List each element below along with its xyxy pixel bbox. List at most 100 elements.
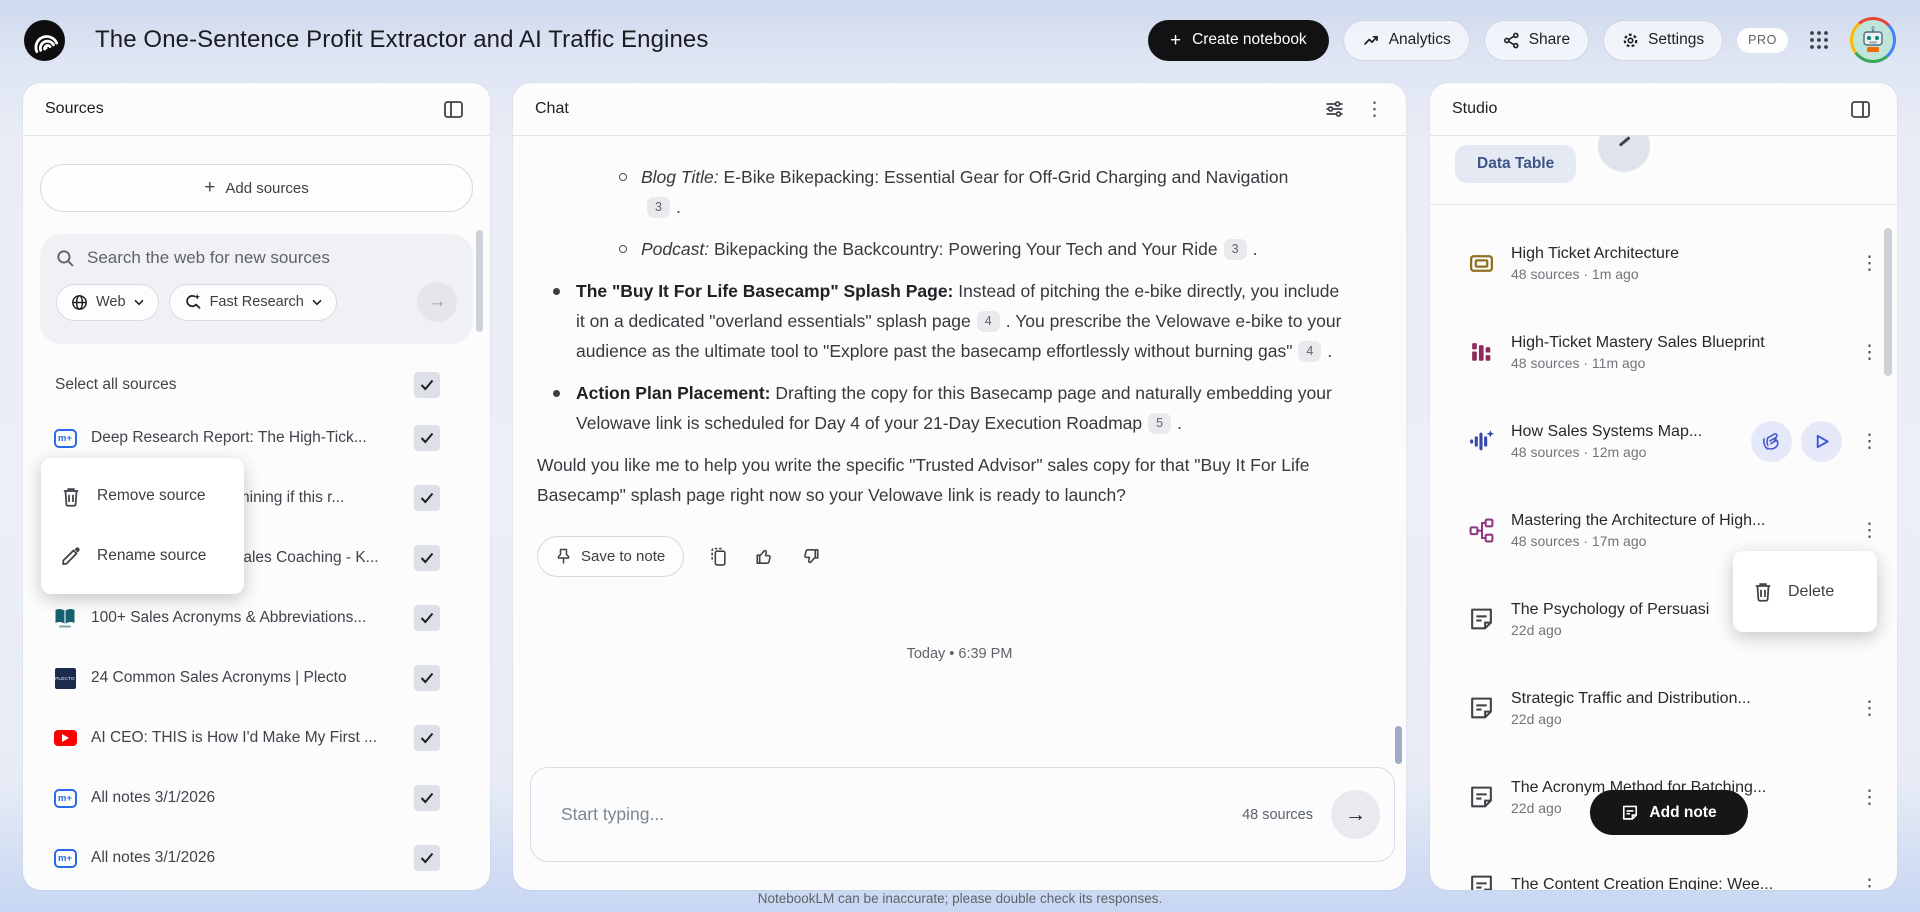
chat-message: Blog Title: E-Bike Bikepacking: Essentia…	[513, 136, 1406, 669]
studio-panel-title: Studio	[1452, 100, 1498, 117]
source-checkbox[interactable]	[414, 545, 440, 571]
chat-input-box: 48 sources →	[530, 767, 1395, 862]
source-context-menu: Remove source Rename source	[41, 458, 244, 594]
avatar[interactable]	[1850, 17, 1896, 63]
note-icon	[1468, 695, 1495, 722]
chat-scrollbar[interactable]	[1395, 726, 1402, 764]
create-notebook-button[interactable]: + Create notebook	[1147, 19, 1329, 61]
kebab-icon[interactable]: ⋮	[1860, 699, 1879, 718]
share-icon	[1503, 32, 1520, 49]
sources-scrollbar[interactable]	[476, 230, 483, 332]
source-checkbox[interactable]	[414, 425, 440, 451]
source-checkbox[interactable]	[414, 845, 440, 871]
research-mode-dropdown[interactable]: Fast Research	[168, 283, 337, 321]
web-filter-dropdown[interactable]: Web	[56, 283, 159, 321]
studio-item[interactable]: High Ticket Architecture 48 sources · 1m…	[1430, 219, 1897, 308]
data-table-icon	[1468, 250, 1495, 277]
kebab-icon[interactable]: ⋮	[1860, 788, 1879, 807]
chevron-down-icon	[133, 299, 144, 305]
select-all-checkbox[interactable]	[414, 372, 440, 398]
kebab-icon[interactable]: ⋮	[1860, 343, 1879, 362]
notebooklm-note-icon: m+	[53, 848, 77, 868]
save-to-note-button[interactable]: Save to note	[537, 536, 685, 577]
settings-button[interactable]: Settings	[1603, 19, 1724, 61]
notebooklm-logo[interactable]	[24, 19, 65, 61]
studio-item[interactable]: High-Ticket Mastery Sales Blueprint 48 s…	[1430, 308, 1897, 397]
source-checkbox[interactable]	[414, 785, 440, 811]
share-button[interactable]: Share	[1483, 19, 1590, 61]
trash-icon	[1753, 581, 1773, 602]
notebooklm-note-icon: m+	[53, 788, 77, 808]
tune-icon[interactable]	[1319, 94, 1349, 124]
copy-icon[interactable]	[706, 545, 730, 569]
add-sources-button[interactable]: + Add sources	[40, 164, 473, 212]
chat-panel: Chat ⋮ Blog Title: E-Bike Bikepacking: E…	[513, 83, 1406, 890]
play-button[interactable]	[1801, 421, 1842, 462]
message-action-row: Save to note	[537, 536, 1382, 577]
source-row[interactable]: m+ All notes 3/1/2026	[23, 828, 490, 888]
analytics-button[interactable]: Analytics	[1342, 19, 1470, 61]
citation-chip[interactable]: 3	[647, 196, 670, 218]
search-icon	[56, 249, 75, 268]
chat-bullet: The "Buy It For Life Basecamp" Splash Pa…	[553, 276, 1382, 366]
source-checkbox[interactable]	[414, 725, 440, 751]
data-table-chip[interactable]: Data Table	[1455, 145, 1577, 183]
source-checkbox[interactable]	[414, 485, 440, 511]
youtube-icon	[53, 730, 77, 746]
thumbs-down-icon[interactable]	[798, 545, 822, 569]
send-button[interactable]: →	[1331, 790, 1380, 839]
collapse-panel-icon[interactable]	[438, 94, 468, 124]
plecto-favicon: PLECTO	[54, 667, 76, 689]
studio-item[interactable]: Strategic Traffic and Distribution... 22…	[1430, 664, 1897, 753]
note-icon	[1621, 804, 1639, 822]
notebook-title: The One-Sentence Profit Extractor and AI…	[95, 26, 709, 53]
collapse-chip-button[interactable]	[1598, 136, 1650, 172]
chat-sub-bullet: Podcast: Bikepacking the Backcountry: Po…	[619, 234, 1382, 264]
chat-input[interactable]	[561, 804, 1225, 825]
citation-chip[interactable]: 3	[1223, 238, 1247, 260]
pin-icon	[556, 548, 571, 565]
source-row[interactable]: AI CEO: THIS is How I'd Make My First ..…	[23, 708, 490, 768]
thumbs-up-icon[interactable]	[752, 545, 776, 569]
source-row[interactable]: m+ All notes 3/1/2026	[23, 768, 490, 828]
chevron-down-icon	[312, 299, 322, 305]
kebab-icon[interactable]: ⋮	[1860, 877, 1879, 890]
source-checkbox[interactable]	[414, 605, 440, 631]
interactive-mode-button[interactable]	[1751, 421, 1792, 462]
plus-icon: +	[1169, 29, 1182, 51]
globe-icon	[71, 294, 88, 311]
search-input[interactable]	[87, 248, 457, 268]
source-checkbox[interactable]	[414, 665, 440, 691]
citation-chip[interactable]: 5	[1148, 412, 1172, 434]
kebab-icon[interactable]: ⋮	[1860, 521, 1879, 540]
audio-waveform-icon	[1468, 428, 1495, 455]
citation-chip[interactable]: 4	[1298, 340, 1322, 362]
remove-source-menu-item[interactable]: Remove source	[41, 466, 244, 526]
rename-source-menu-item[interactable]: Rename source	[41, 526, 244, 586]
kebab-icon[interactable]: ⋮	[1860, 432, 1879, 451]
kebab-icon[interactable]: ⋮	[1860, 254, 1879, 273]
add-note-button[interactable]: Add note	[1590, 790, 1748, 835]
studio-item[interactable]: The Content Creation Engine: Wee... ⋮	[1430, 842, 1897, 890]
collapse-panel-icon[interactable]	[1845, 94, 1875, 124]
chat-panel-title: Chat	[535, 100, 569, 117]
select-all-label: Select all sources	[55, 376, 177, 393]
plus-icon: +	[204, 177, 216, 198]
studio-item[interactable]: How Sales Systems Map... 48 sources · 12…	[1430, 397, 1897, 486]
source-row[interactable]: 100+ Sales Acronyms & Abbreviations...	[23, 588, 490, 648]
studio-scrolled-card: Data Table	[1430, 136, 1897, 204]
citation-chip[interactable]: 4	[976, 310, 1000, 332]
sources-panel: Sources + Add sources Web	[23, 83, 490, 890]
pencil-icon	[61, 546, 81, 566]
source-row[interactable]: PLECTO 24 Common Sales Acronyms | Plecto	[23, 648, 490, 708]
book-icon	[53, 606, 77, 630]
chat-kebab-icon[interactable]: ⋮	[1365, 100, 1384, 119]
chat-sub-bullet: Blog Title: E-Bike Bikepacking: Essentia…	[619, 162, 1382, 222]
search-submit-button[interactable]: →	[417, 282, 457, 322]
studio-scrollbar[interactable]	[1884, 228, 1892, 376]
bar-chart-icon	[1468, 339, 1495, 366]
delete-menu-item[interactable]: Delete	[1733, 551, 1877, 632]
google-apps-grid-icon[interactable]	[1802, 23, 1836, 57]
gear-icon	[1622, 32, 1639, 49]
web-search-card: Web Fast Research →	[40, 234, 473, 344]
